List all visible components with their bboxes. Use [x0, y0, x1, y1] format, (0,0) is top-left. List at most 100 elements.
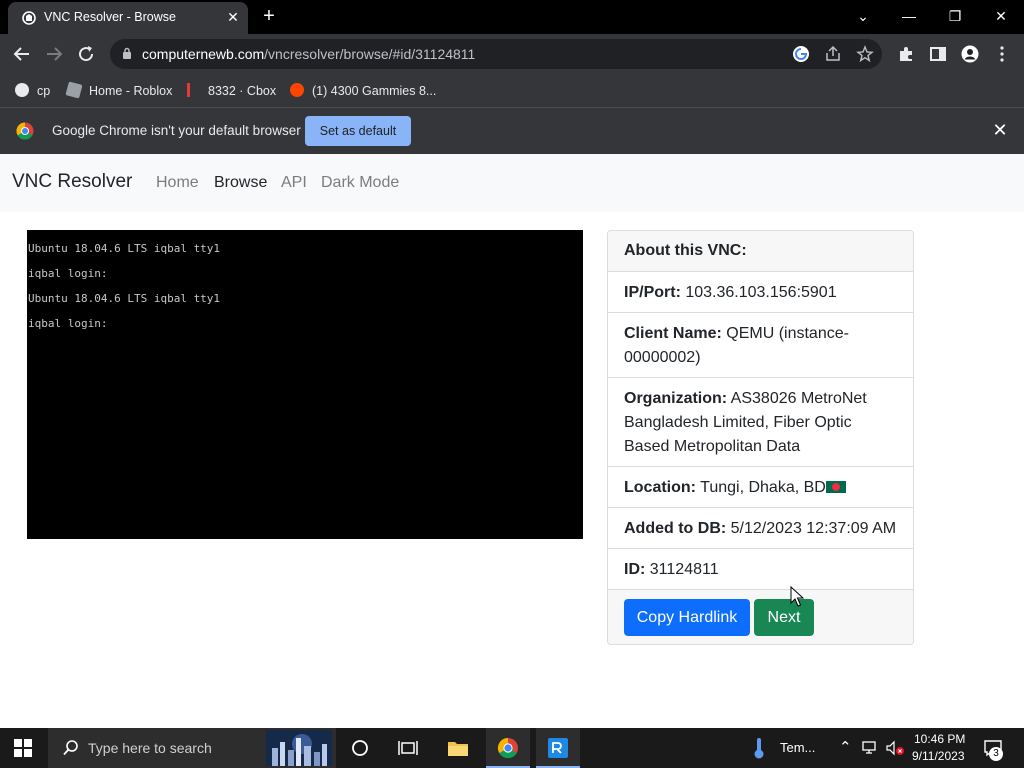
about-vnc-card: About this VNC: IP/Port: 103.36.103.156:…	[607, 230, 914, 645]
tab-search-chevron-down-icon[interactable]: ⌄	[851, 6, 875, 26]
bookmarks-bar: cp Home - Roblox 8332 · Cbox (1) 4300 Ga…	[0, 74, 1024, 108]
browser-tab[interactable]: VNC Resolver - Browse ✕	[8, 2, 248, 34]
roblox-icon	[65, 81, 83, 99]
bookmark-cbox[interactable]: 8332 · Cbox	[187, 82, 276, 100]
vnc-resolver-favicon-icon	[22, 11, 36, 25]
clock-date[interactable]: 9/11/2023	[912, 749, 965, 763]
back-arrow-icon[interactable]	[10, 42, 34, 66]
default-browser-infobar: Google Chrome isn't your default browser…	[0, 108, 1024, 154]
maximize-button[interactable]: ❐	[943, 6, 967, 26]
search-icon	[63, 740, 78, 756]
side-panel-icon[interactable]	[929, 45, 947, 63]
mouse-cursor-icon	[790, 586, 804, 607]
tab-title: VNC Resolver - Browse	[44, 10, 176, 24]
id-row: ID: 31124811	[608, 549, 913, 590]
added-to-db-row: Added to DB: 5/12/2023 12:37:09 AM	[608, 508, 913, 549]
ip-port-row: IP/Port: 103.36.103.156:5901	[608, 272, 913, 313]
google-lens-icon[interactable]	[792, 45, 810, 63]
site-brand[interactable]: VNC Resolver	[12, 171, 132, 193]
bookmark-star-icon[interactable]	[856, 45, 874, 63]
profile-avatar-icon[interactable]	[961, 45, 979, 63]
minimize-button[interactable]: —	[897, 6, 921, 26]
taskbar-search-box[interactable]: Type here to search	[48, 728, 336, 768]
url-domain: computernewb.com	[142, 46, 265, 62]
chrome-icon	[497, 737, 518, 759]
set-as-default-button[interactable]: Set as default	[305, 116, 411, 146]
search-placeholder: Type here to search	[88, 740, 212, 756]
location-value: Tungi, Dhaka, BD	[700, 479, 826, 496]
card-footer: Copy Hardlink Next	[608, 590, 913, 644]
added-to-db-value: 5/12/2023 12:37:09 AM	[730, 520, 897, 537]
added-to-db-label: Added to DB:	[624, 520, 727, 537]
vnc-app-taskbar-button[interactable]	[536, 728, 580, 768]
infobar-message: Google Chrome isn't your default browser	[52, 123, 301, 138]
bookmark-roblox[interactable]: Home - Roblox	[65, 81, 173, 100]
id-label: ID:	[624, 561, 646, 578]
task-view-cortana-button[interactable]	[338, 728, 382, 768]
thermometer-weather-icon[interactable]	[752, 736, 766, 760]
bookmark-reddit[interactable]: (1) 4300 Gammies 8...	[290, 82, 436, 100]
url-path: /vncresolver/browse/#id/31124811	[264, 46, 476, 62]
location-label: Location:	[624, 479, 696, 496]
windows-start-icon[interactable]	[14, 739, 32, 757]
browser-toolbar: computernewb.com/vncresolver/browse/#id/…	[0, 34, 1024, 74]
tab-strip: VNC Resolver - Browse ✕ + ⌄ — ❐ ✕	[0, 0, 1024, 34]
bookmark-label: 8332 · Cbox	[208, 84, 277, 98]
ip-port-label: IP/Port:	[624, 284, 681, 301]
nav-link-dark-mode[interactable]: Dark Mode	[321, 174, 399, 192]
cbox-icon	[187, 83, 190, 97]
reddit-icon	[290, 83, 304, 97]
new-tab-button[interactable]: +	[258, 6, 280, 28]
task-view-icon	[398, 741, 418, 755]
tray-chevron-up-icon[interactable]: ⌃	[839, 738, 852, 756]
infobar-close-icon[interactable]: ✕	[990, 120, 1010, 140]
nav-link-browse[interactable]: Browse	[214, 174, 267, 192]
bookmark-label: Home - Roblox	[89, 84, 173, 98]
file-explorer-button[interactable]	[436, 728, 480, 768]
tab-close-icon[interactable]: ✕	[224, 8, 242, 26]
clock-time[interactable]: 10:46 PM	[914, 732, 965, 746]
vnc-screenshot: Ubuntu 18.04.6 LTS iqbal tty1 iqbal logi…	[27, 230, 583, 539]
globe-icon	[15, 83, 29, 97]
copy-hardlink-button[interactable]: Copy Hardlink	[624, 599, 750, 636]
client-name-label: Client Name:	[624, 325, 722, 342]
lock-icon[interactable]	[122, 47, 132, 59]
terminal-line: iqbal login:	[28, 267, 108, 280]
terminal-line: Ubuntu 18.04.6 LTS iqbal tty1	[28, 242, 221, 255]
vnc-app-icon	[548, 738, 568, 758]
bookmark-label: cp	[37, 84, 51, 98]
nav-link-api[interactable]: API	[281, 174, 307, 192]
search-highlight-city-icon	[266, 730, 332, 766]
notification-count-badge: 3	[989, 747, 1003, 761]
id-value: 31124811	[649, 561, 719, 578]
site-navbar: VNC Resolver Home Browse API Dark Mode	[0, 154, 1024, 212]
address-bar[interactable]: computernewb.com/vncresolver/browse/#id/…	[110, 39, 882, 69]
extensions-puzzle-icon[interactable]	[897, 45, 915, 63]
network-icon[interactable]	[862, 740, 880, 756]
bookmark-label: (1) 4300 Gammies 8...	[312, 84, 437, 98]
chrome-menu-kebab-icon[interactable]	[993, 45, 1011, 63]
reload-icon[interactable]	[74, 42, 98, 66]
client-name-row: Client Name: QEMU (instance-00000002)	[608, 313, 913, 378]
location-row: Location: Tungi, Dhaka, BD	[608, 467, 913, 508]
window-close-button[interactable]: ✕	[989, 6, 1013, 26]
terminal-line: iqbal login:	[28, 317, 108, 330]
nav-link-home[interactable]: Home	[156, 174, 199, 192]
ip-port-value: 103.36.103.156:5901	[685, 284, 837, 301]
next-button[interactable]: Next	[754, 599, 814, 636]
url-text[interactable]: computernewb.com/vncresolver/browse/#id/…	[142, 46, 475, 62]
terminal-line: Ubuntu 18.04.6 LTS iqbal tty1	[28, 292, 221, 305]
cortana-circle-icon	[352, 740, 368, 756]
organization-label: Organization:	[624, 390, 728, 407]
bookmark-cp[interactable]: cp	[15, 82, 50, 100]
card-header: About this VNC:	[608, 231, 913, 272]
organization-row: Organization: AS38026 MetroNet Banglades…	[608, 378, 913, 467]
forward-arrow-icon[interactable]	[42, 42, 66, 66]
chrome-taskbar-button[interactable]	[486, 728, 530, 768]
bangladesh-flag-icon	[825, 481, 846, 493]
folder-icon	[448, 742, 468, 756]
task-view-button[interactable]	[386, 728, 430, 768]
weather-text[interactable]: Tem...	[780, 740, 815, 755]
share-icon[interactable]	[824, 45, 842, 63]
volume-muted-icon[interactable]	[885, 740, 905, 756]
